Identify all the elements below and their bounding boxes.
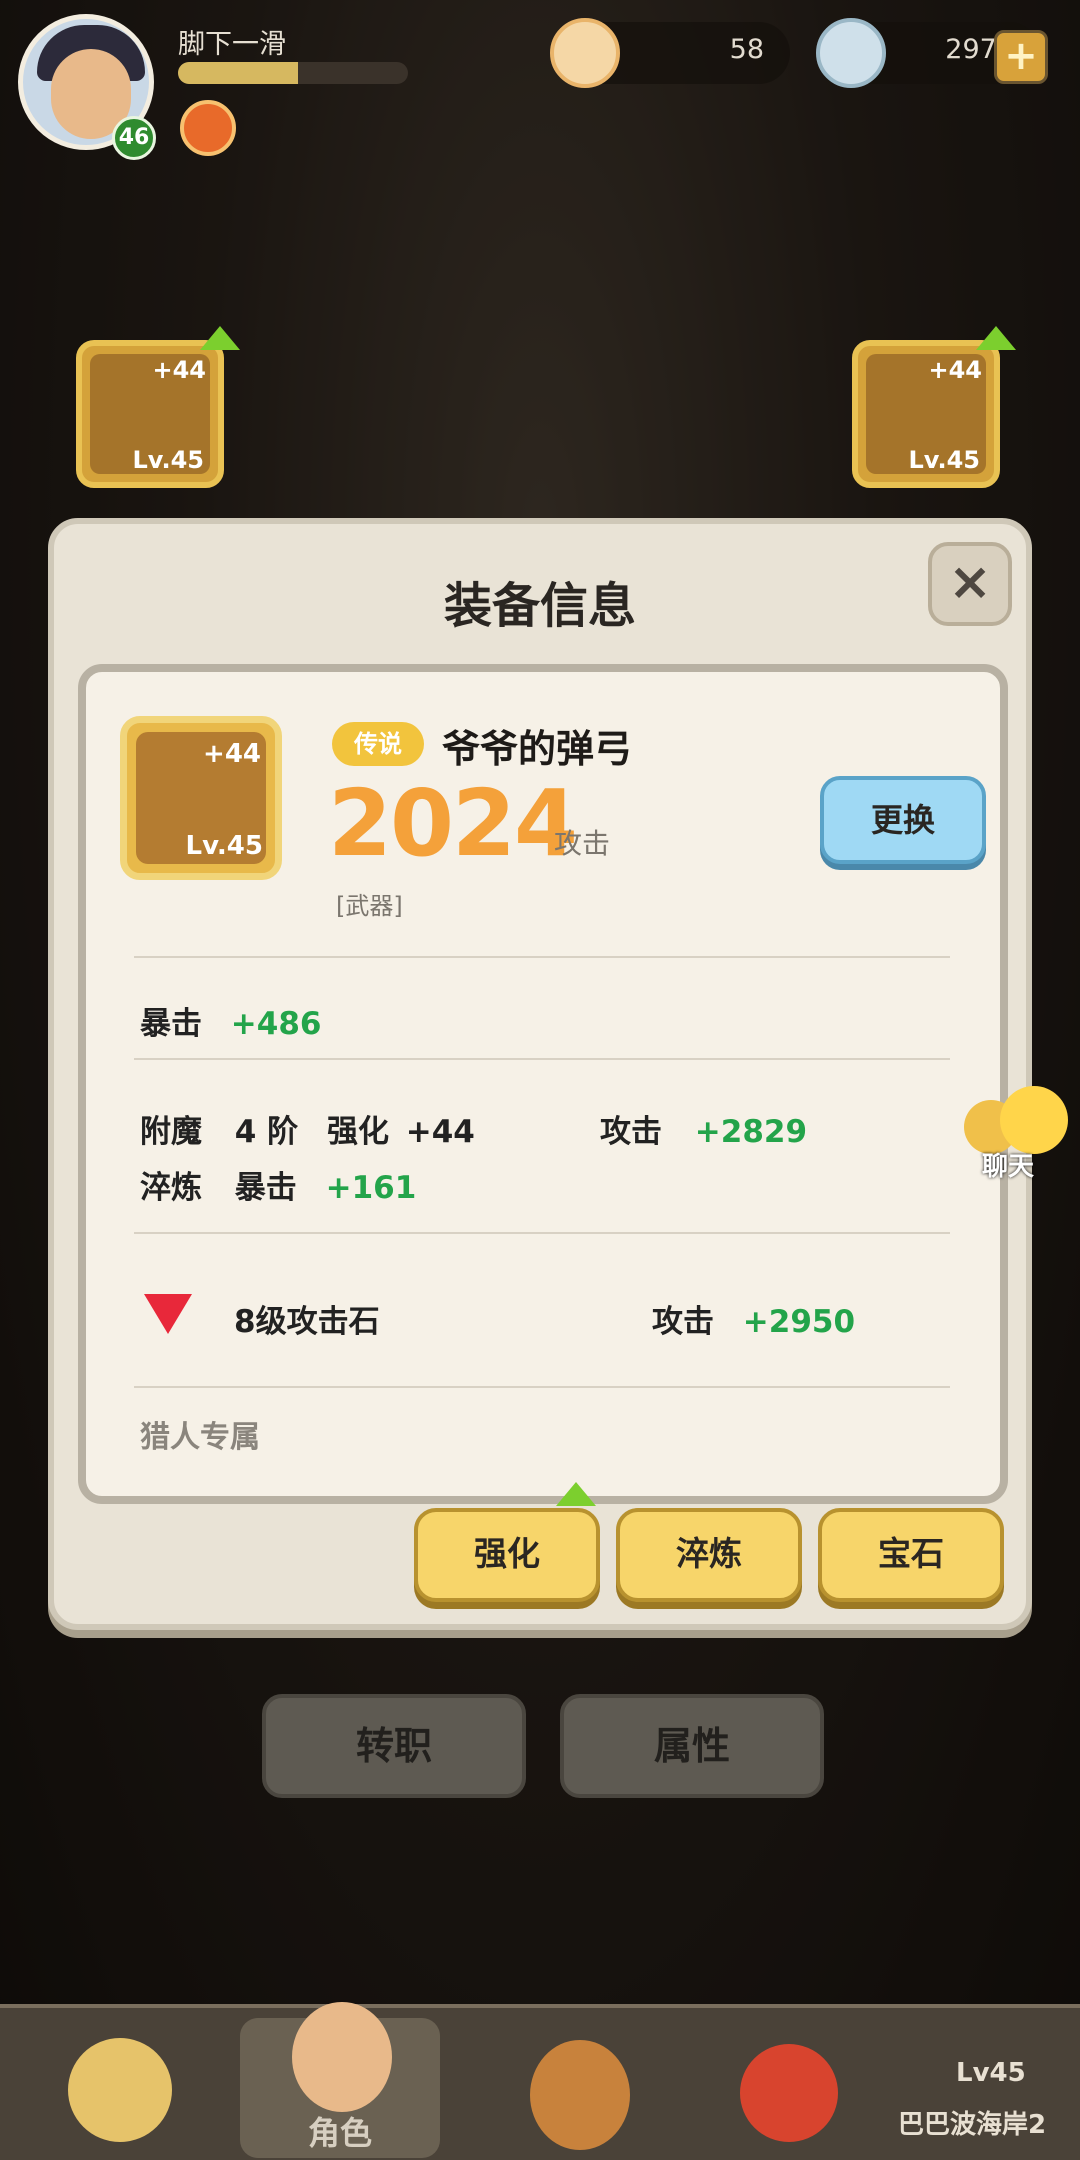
- enhance-value: +44: [405, 1114, 475, 1150]
- refine-row: 淬炼 暴击 +161: [140, 1162, 416, 1207]
- bottom-nav: 角色 Lv45 巴巴波海岸2: [0, 2002, 1080, 2160]
- totem-icon: [530, 2040, 630, 2150]
- enchant-attack-value: +2829: [694, 1114, 808, 1150]
- divider: [134, 956, 950, 958]
- add-currency-button[interactable]: +: [994, 30, 1048, 84]
- item-name: 爷爷的弹弓: [442, 727, 633, 771]
- item-power: 2024: [328, 770, 578, 877]
- refine-label: 淬炼: [140, 1170, 202, 1206]
- chat-label: 聊天: [982, 1152, 1035, 1182]
- refine-crit-value: +161: [325, 1170, 417, 1206]
- enchant-row: 附魔 4 阶 强化 +44: [140, 1106, 475, 1151]
- top-bar: 46 脚下一滑 58 2971 +: [0, 0, 1080, 160]
- nav-creature[interactable]: [700, 2018, 900, 2158]
- pet-icon: [68, 2038, 172, 2142]
- upgrade-arrow-icon: [200, 326, 240, 350]
- crit-row: 暴击 +486: [140, 998, 321, 1043]
- gem-attack-value: +2950: [742, 1304, 856, 1340]
- enchant-label: 附魔: [140, 1114, 202, 1150]
- attack-gem-icon: [144, 1294, 192, 1336]
- item-card: +44 Lv.45 传说 爷爷的弹弓 2024 攻击 [武器] 更换 暴击 +4…: [78, 664, 1008, 1504]
- refine-button[interactable]: 淬炼: [616, 1508, 802, 1602]
- stage-level: Lv45: [956, 2058, 1026, 2088]
- crit-value: +486: [230, 1006, 322, 1042]
- slot-type: [武器]: [336, 892, 403, 920]
- nav-role-label: 角色: [307, 2114, 372, 2152]
- pearl-icon: [550, 18, 620, 88]
- chat-face-icon: [1000, 1086, 1068, 1154]
- item-level: Lv.45: [185, 831, 263, 861]
- xp-bar-fill: [178, 62, 298, 84]
- chat-button[interactable]: 聊天: [964, 1086, 1080, 1182]
- divider: [134, 1232, 950, 1234]
- pearl-value: 58: [729, 34, 764, 65]
- weapon-slot-left[interactable]: +44 Lv.45: [76, 340, 224, 488]
- enchant-attack: 攻击 +2829: [600, 1106, 807, 1151]
- nav-stage-locked[interactable]: Lv45 巴巴波海岸2: [886, 2018, 1080, 2158]
- item-icon: +44 Lv.45: [120, 716, 282, 880]
- exclusive-label: 猎人专属: [140, 1420, 260, 1455]
- xp-bar: [178, 62, 408, 84]
- player-level-badge: 46: [112, 116, 156, 160]
- enchant-attack-label: 攻击: [600, 1114, 662, 1150]
- nav-totem[interactable]: [480, 2018, 680, 2158]
- slot-plus: +44: [928, 356, 982, 384]
- job-change-button[interactable]: 转职: [262, 1694, 526, 1798]
- slot-level: Lv.45: [908, 446, 981, 474]
- crit-label: 暴击: [140, 1006, 202, 1042]
- refine-crit-label: 暴击: [234, 1170, 297, 1206]
- creature-icon: [740, 2044, 838, 2142]
- enchant-tier: 4 阶: [234, 1114, 299, 1150]
- gear-slot-right[interactable]: +44 Lv.45: [852, 340, 1000, 488]
- divider: [134, 1386, 950, 1388]
- divider: [134, 1058, 950, 1060]
- stage-name: 巴巴波海岸2: [898, 2110, 1047, 2140]
- player-name: 脚下一滑: [178, 29, 286, 60]
- nav-role[interactable]: 角色: [240, 2002, 440, 2158]
- nav-pets[interactable]: [20, 2018, 220, 2158]
- upgrade-arrow-icon: [976, 326, 1016, 350]
- pearl-currency: 58: [550, 18, 790, 88]
- gem-attack-label: 攻击: [652, 1304, 714, 1340]
- gem-button[interactable]: 宝石: [818, 1508, 1004, 1602]
- orange-badge-icon[interactable]: [180, 100, 236, 156]
- equipment-info-panel: 装备信息 × +44 Lv.45 传说 爷爷的弹弓 2024 攻击 [武器] 更…: [48, 518, 1032, 1630]
- panel-title: 装备信息: [443, 578, 636, 634]
- close-button[interactable]: ×: [928, 542, 1012, 626]
- gem-name: 8级攻击石: [234, 1304, 380, 1340]
- enhance-label: 强化: [326, 1114, 389, 1150]
- attributes-button[interactable]: 属性: [560, 1694, 824, 1798]
- slot-plus: +44: [152, 356, 206, 384]
- power-label: 攻击: [554, 827, 611, 860]
- rarity-badge: 传说: [332, 722, 424, 766]
- gem-attack: 攻击 +2950: [652, 1296, 855, 1341]
- slot-level: Lv.45: [132, 446, 205, 474]
- swap-button[interactable]: 更换: [820, 776, 986, 864]
- role-icon: [292, 2002, 392, 2112]
- upgrade-arrow-icon: [556, 1482, 596, 1506]
- enhance-button[interactable]: 强化: [414, 1508, 600, 1602]
- item-plus: +44: [203, 739, 261, 769]
- shell-icon: [816, 18, 886, 88]
